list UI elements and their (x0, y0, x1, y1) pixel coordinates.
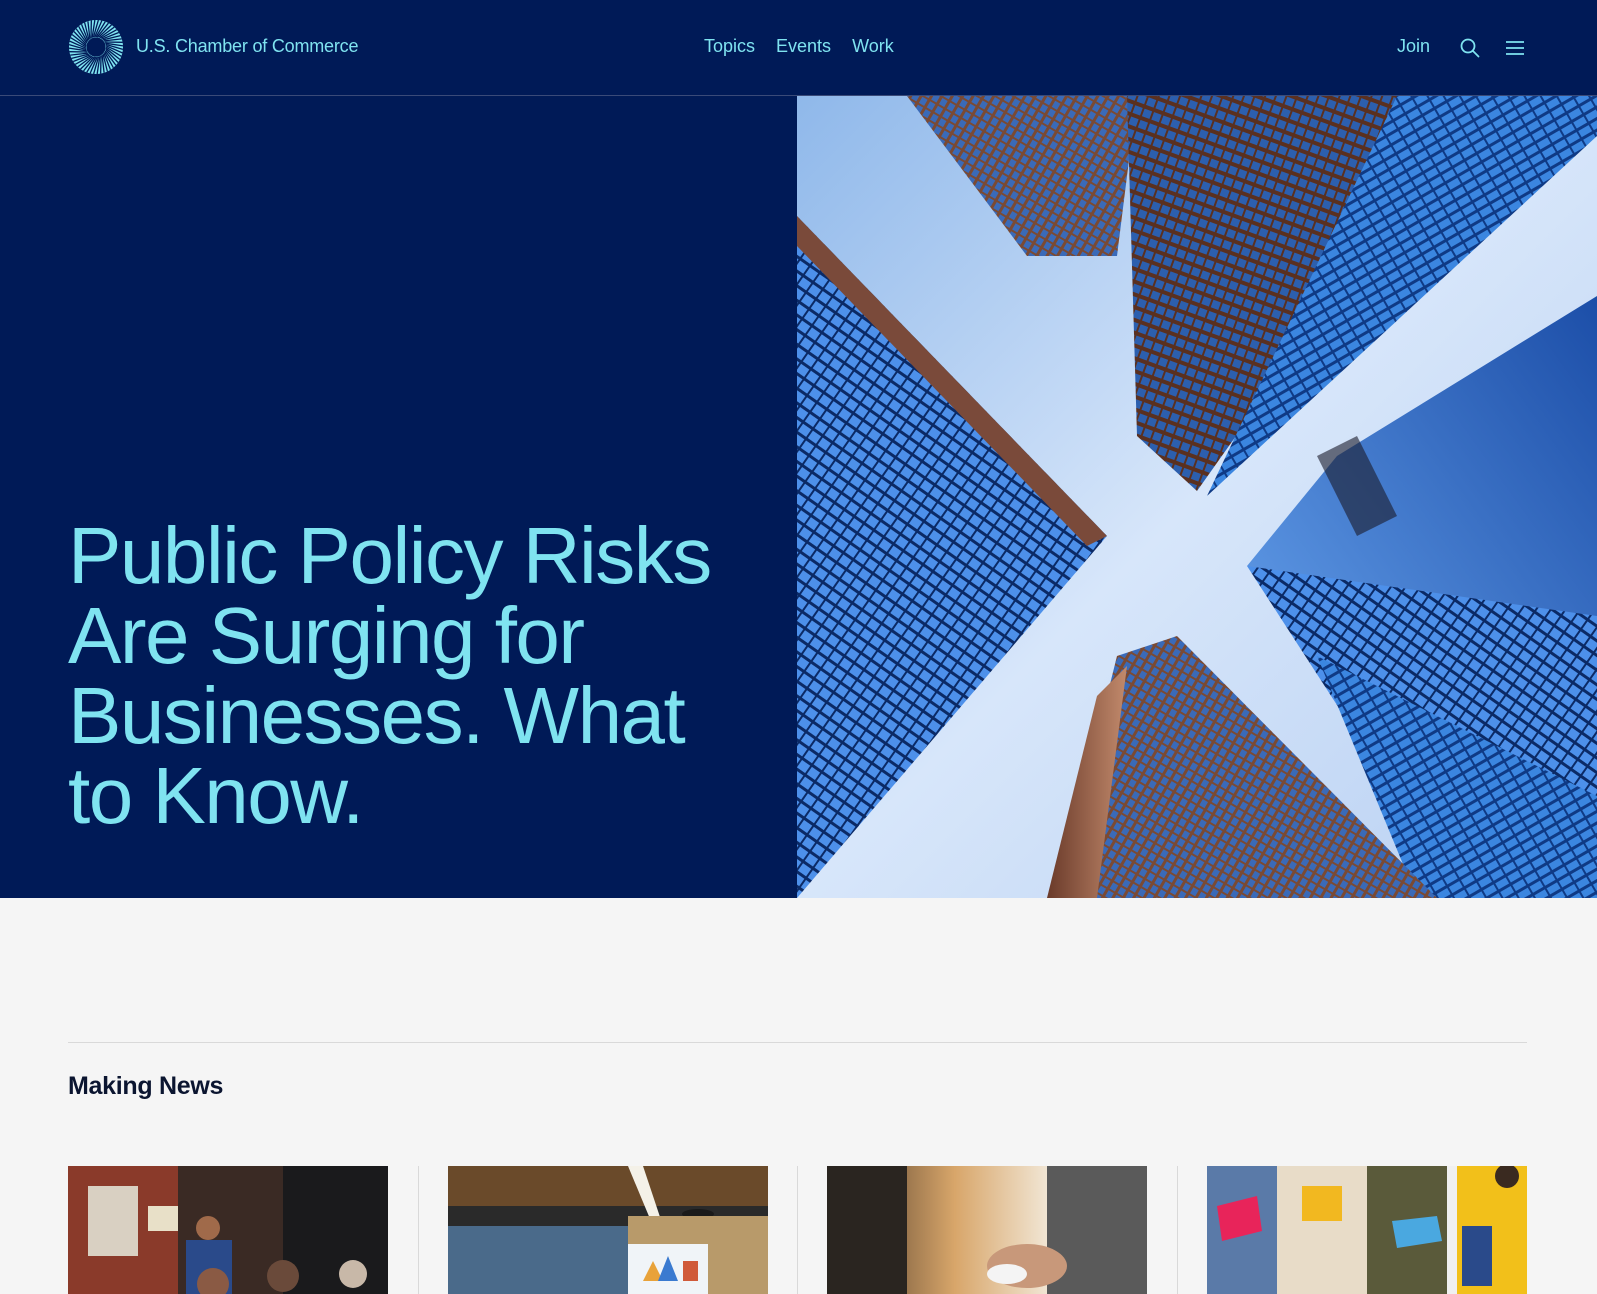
hero-image (797, 96, 1597, 898)
search-icon[interactable] (1459, 37, 1481, 59)
making-news-title: Making News (68, 1072, 224, 1100)
news-card-2[interactable] (448, 1166, 768, 1294)
card-separator (1177, 1166, 1178, 1294)
news-card-3[interactable] (827, 1166, 1147, 1294)
brand-name[interactable]: U.S. Chamber of Commerce (136, 36, 358, 57)
card-separator (418, 1166, 419, 1294)
skyscrapers-photo (797, 96, 1597, 898)
hero-title[interactable]: Public Policy Risks Are Surging for Busi… (68, 516, 768, 836)
business-handshake-photo (827, 1166, 1147, 1294)
nav-work[interactable]: Work (852, 36, 894, 57)
office-meeting-room-photo (448, 1166, 768, 1294)
news-card-4[interactable] (1207, 1166, 1527, 1294)
starburst-logo-icon[interactable] (68, 19, 124, 75)
restaurant-worker-photo (68, 1166, 388, 1294)
section-divider (68, 1042, 1527, 1043)
students-with-folders-photo (1207, 1166, 1527, 1294)
main-nav: Topics Events Work (704, 36, 894, 57)
card-separator (797, 1166, 798, 1294)
news-card-1[interactable] (68, 1166, 388, 1294)
nav-topics[interactable]: Topics (704, 36, 755, 57)
hamburger-menu-icon[interactable] (1504, 38, 1526, 58)
site-header: U.S. Chamber of Commerce Topics Events W… (0, 0, 1597, 96)
join-link[interactable]: Join (1397, 36, 1430, 57)
nav-events[interactable]: Events (776, 36, 831, 57)
